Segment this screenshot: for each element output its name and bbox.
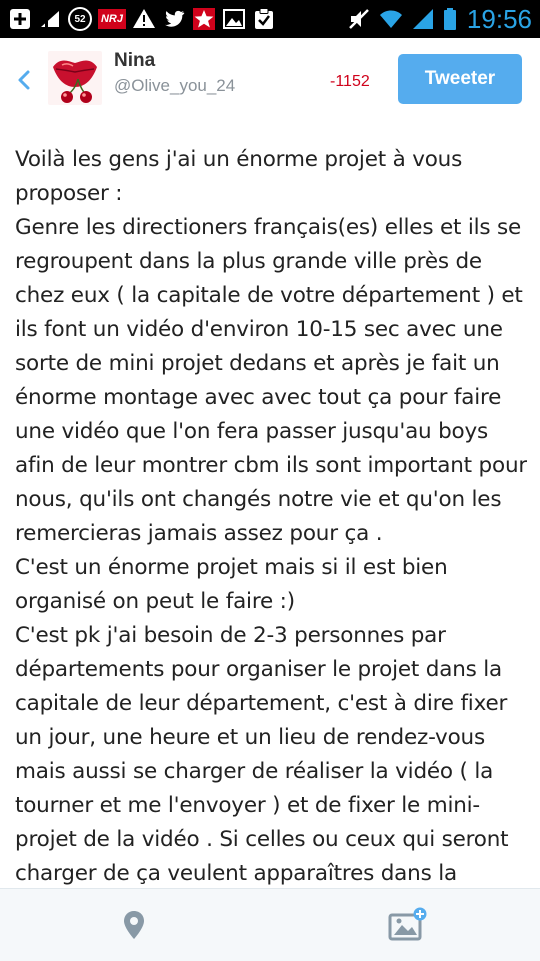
mute-icon (347, 7, 371, 31)
star-app-icon (192, 7, 216, 31)
cellular-data-icon (38, 7, 62, 31)
warning-icon (132, 7, 156, 31)
avatar (48, 51, 102, 105)
status-bar-right: 19:56 (347, 3, 532, 34)
user-name: Nina (114, 50, 156, 71)
notification-count-icon: 52 (68, 7, 92, 31)
compose-paragraph: C'est un énorme projet mais si il est bi… (15, 555, 448, 614)
compose-header: Nina @Olive_you_24 -1152 Tweeter (0, 38, 540, 124)
tweet-compose-field[interactable]: Voilà les gens j'ai un énorme projet à v… (15, 143, 527, 888)
add-box-icon (8, 7, 32, 31)
add-photo-icon[interactable] (388, 907, 428, 941)
status-bar-left: 52 NRJ (8, 5, 276, 33)
battery-icon (443, 7, 457, 31)
compose-paragraph: Voilà les gens j'ai un énorme projet à v… (15, 147, 463, 206)
clipboard-check-icon (252, 7, 276, 31)
nrj-app-icon: NRJ (98, 9, 126, 29)
twitter-icon (162, 7, 186, 31)
image-icon (222, 7, 246, 31)
status-bar-clock: 19:56 (466, 3, 532, 34)
compose-toolbar (0, 888, 540, 961)
signal-icon (411, 7, 435, 31)
compose-paragraph: C'est pk j'ai besoin de 2-3 personnes pa… (15, 623, 509, 886)
compose-paragraph: Genre les directioners français(es) elle… (15, 215, 527, 546)
status-bar: 52 NRJ 19:56 (0, 0, 540, 38)
tweet-button[interactable]: Tweeter (398, 54, 522, 104)
chevron-left-icon[interactable] (14, 68, 34, 92)
wifi-icon (379, 7, 403, 31)
character-counter: -1152 (330, 73, 370, 90)
user-handle: @Olive_you_24 (114, 76, 236, 95)
location-pin-icon[interactable] (122, 909, 146, 941)
